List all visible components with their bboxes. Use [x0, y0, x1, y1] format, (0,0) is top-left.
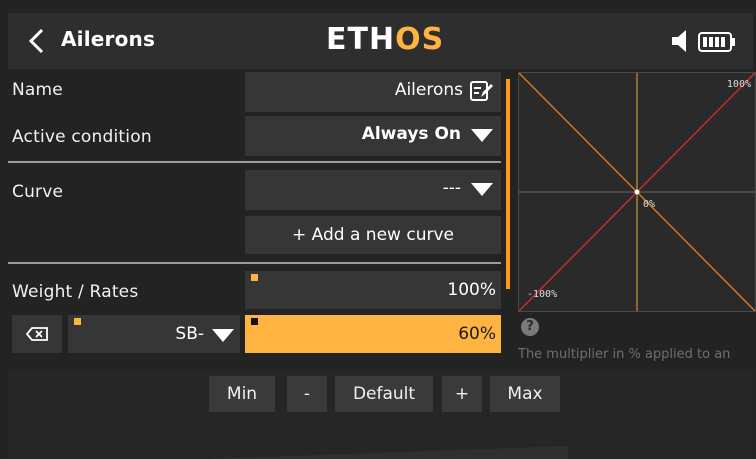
page-title: Ailerons	[61, 27, 156, 51]
edit-icon[interactable]	[469, 80, 493, 102]
curve-graph-plot	[518, 72, 756, 312]
help-icon[interactable]: ?	[521, 318, 539, 336]
logo-accent-text: OS	[395, 22, 445, 57]
rate-switch-dropdown[interactable]: SB-	[68, 315, 240, 353]
switch-value: SB-	[175, 324, 204, 344]
weight-rates-label: Weight / Rates	[12, 282, 139, 302]
graph-min-label: -100%	[527, 289, 558, 300]
divider	[8, 262, 501, 264]
divider	[8, 161, 501, 163]
chevron-down-icon	[471, 129, 493, 142]
active-condition-label: Active condition	[12, 127, 152, 147]
title-bar: Ailerons ETHOS	[8, 13, 753, 69]
name-label: Name	[12, 80, 63, 100]
battery-icon[interactable]	[698, 31, 736, 53]
graph-max-label: 100%	[726, 79, 751, 90]
rate-marker-icon	[74, 318, 81, 325]
add-new-curve-label: + Add a new curve	[292, 225, 454, 245]
chevron-down-icon	[212, 329, 234, 342]
decrement-button[interactable]: -	[287, 376, 327, 412]
active-condition-dropdown[interactable]: Always On	[245, 116, 501, 156]
speaker-icon[interactable]	[670, 28, 692, 54]
default-button[interactable]: Default	[335, 376, 433, 412]
rate-value-field[interactable]: 60%	[245, 315, 501, 353]
scrollbar[interactable]	[506, 79, 510, 289]
back-arrow-icon[interactable]	[26, 27, 48, 55]
add-new-curve-button[interactable]: + Add a new curve	[245, 216, 501, 254]
curve-graph: 100% 0% -100%	[518, 72, 756, 312]
chevron-down-icon	[471, 183, 493, 196]
curve-label: Curve	[12, 182, 64, 202]
clear-button[interactable]	[12, 315, 62, 353]
backspace-icon	[26, 327, 48, 341]
name-value: Ailerons	[394, 80, 463, 100]
help-text: The multiplier in % applied to an	[518, 347, 731, 362]
weight-field[interactable]: 100%	[245, 271, 501, 309]
rate-value: 60%	[458, 324, 496, 344]
curve-dropdown[interactable]: ---	[245, 170, 501, 210]
ethos-logo: ETHOS	[326, 22, 444, 58]
background-wedge	[208, 446, 568, 459]
rate-marker-icon	[251, 318, 258, 325]
name-field[interactable]: Ailerons	[245, 72, 501, 112]
max-button[interactable]: Max	[490, 376, 560, 412]
weight-value: 100%	[447, 280, 496, 300]
active-condition-value: Always On	[361, 124, 461, 144]
graph-center-label: 0%	[643, 199, 656, 210]
increment-button[interactable]: +	[442, 376, 482, 412]
rate-marker-icon	[251, 274, 258, 281]
min-button[interactable]: Min	[209, 376, 275, 412]
curve-value: ---	[442, 178, 461, 198]
center-point	[634, 189, 640, 195]
mix-settings-panel: Name Ailerons Active condition Always On…	[8, 69, 756, 370]
logo-main-text: ETH	[326, 22, 396, 57]
